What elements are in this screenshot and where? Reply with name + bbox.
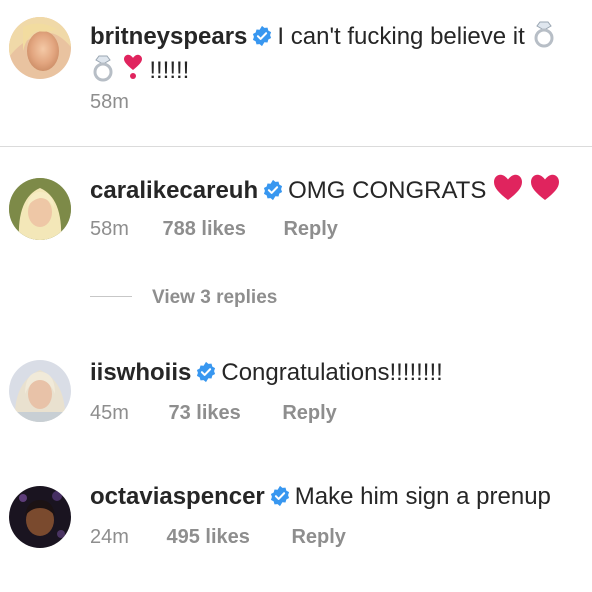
heart-exclamation-icon: [123, 54, 142, 79]
comment-meta: 58m: [90, 91, 129, 114]
timestamp: 24m: [90, 526, 129, 548]
username[interactable]: britneyspears: [90, 23, 247, 50]
timestamp: 58m: [90, 218, 129, 240]
comment-text: Make him sign a prenup: [294, 483, 551, 510]
avatar[interactable]: [9, 178, 71, 240]
comment-body: octaviaspencer Make him sign a prenup: [90, 482, 584, 512]
reply-button[interactable]: Reply: [283, 218, 337, 241]
verified-badge-icon: [253, 25, 272, 47]
comment-body: iiswhoiis Congratulations!!!!!!!!: [90, 358, 584, 388]
comment-text-2: !!!!!!: [149, 57, 190, 84]
ring-icon: [534, 21, 554, 48]
comment-text: OMG CONGRATS: [288, 177, 487, 204]
username[interactable]: caralikecareuh: [90, 177, 258, 204]
comment-text: I can't fucking believe it: [277, 23, 525, 50]
timestamp: 45m: [90, 402, 129, 424]
likes-count[interactable]: 73 likes: [168, 402, 240, 425]
avatar[interactable]: [9, 17, 71, 79]
ring-icon: [93, 55, 113, 82]
comment-body: britneyspears I can't fucking believe it…: [90, 20, 584, 86]
verified-badge-icon: [264, 179, 283, 201]
likes-count[interactable]: 495 likes: [166, 526, 249, 549]
likes-count[interactable]: 788 likes: [162, 218, 245, 241]
red-heart-icon: [530, 174, 559, 200]
username[interactable]: octaviaspencer: [90, 483, 265, 510]
red-heart-icon: [494, 174, 523, 200]
comment-meta: 58m 788 likes Reply: [90, 218, 338, 241]
view-replies-button[interactable]: View 3 replies: [90, 287, 277, 311]
replies-line: [90, 296, 132, 297]
reply-button[interactable]: Reply: [282, 402, 336, 425]
comment-body: caralikecareuh OMG CONGRATS: [90, 174, 584, 206]
verified-badge-icon: [270, 485, 289, 507]
verified-badge-icon: [197, 361, 216, 383]
divider: [0, 146, 592, 147]
username[interactable]: iiswhoiis: [90, 359, 191, 386]
comment-meta: 24m 495 likes Reply: [90, 526, 346, 549]
reply-button[interactable]: Reply: [291, 526, 345, 549]
comment-meta: 45m 73 likes Reply: [90, 402, 337, 425]
avatar[interactable]: [9, 360, 71, 422]
timestamp: 58m: [90, 91, 129, 113]
avatar[interactable]: [9, 486, 71, 548]
view-replies-label: View 3 replies: [152, 287, 278, 308]
comment-text: Congratulations!!!!!!!!: [221, 359, 443, 386]
